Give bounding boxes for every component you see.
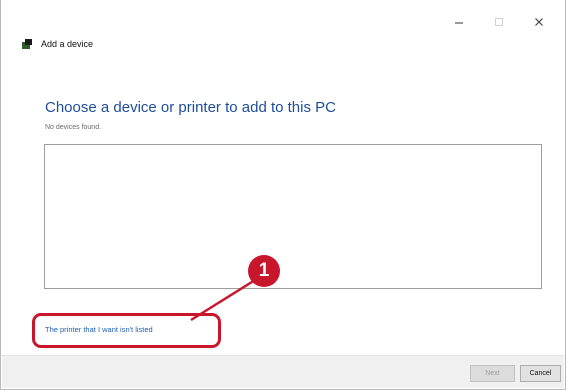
dialog-footer: Next Cancel: [2, 355, 564, 388]
maximize-button[interactable]: [479, 12, 519, 32]
close-button[interactable]: [519, 12, 559, 32]
window-title: Add a device: [41, 39, 94, 49]
cancel-button[interactable]: Cancel: [520, 365, 561, 382]
minimize-button[interactable]: [439, 12, 479, 32]
window-header: Add a device: [21, 38, 93, 50]
page-title: Choose a device or printer to add to thi…: [45, 99, 336, 116]
printer-not-listed-link[interactable]: The printer that I want isn't listed: [45, 325, 153, 334]
device-list[interactable]: [44, 144, 542, 289]
status-text: No devices found.: [45, 124, 102, 131]
close-icon: [535, 18, 543, 26]
window-controls: [439, 12, 559, 32]
add-device-icon: [22, 39, 32, 49]
add-device-window: Add a device Choose a device or printer …: [0, 0, 566, 390]
minimize-icon: [455, 22, 463, 24]
maximize-icon: [495, 18, 503, 26]
callout-number-badge: 1: [248, 255, 280, 287]
next-button[interactable]: Next: [470, 365, 515, 382]
